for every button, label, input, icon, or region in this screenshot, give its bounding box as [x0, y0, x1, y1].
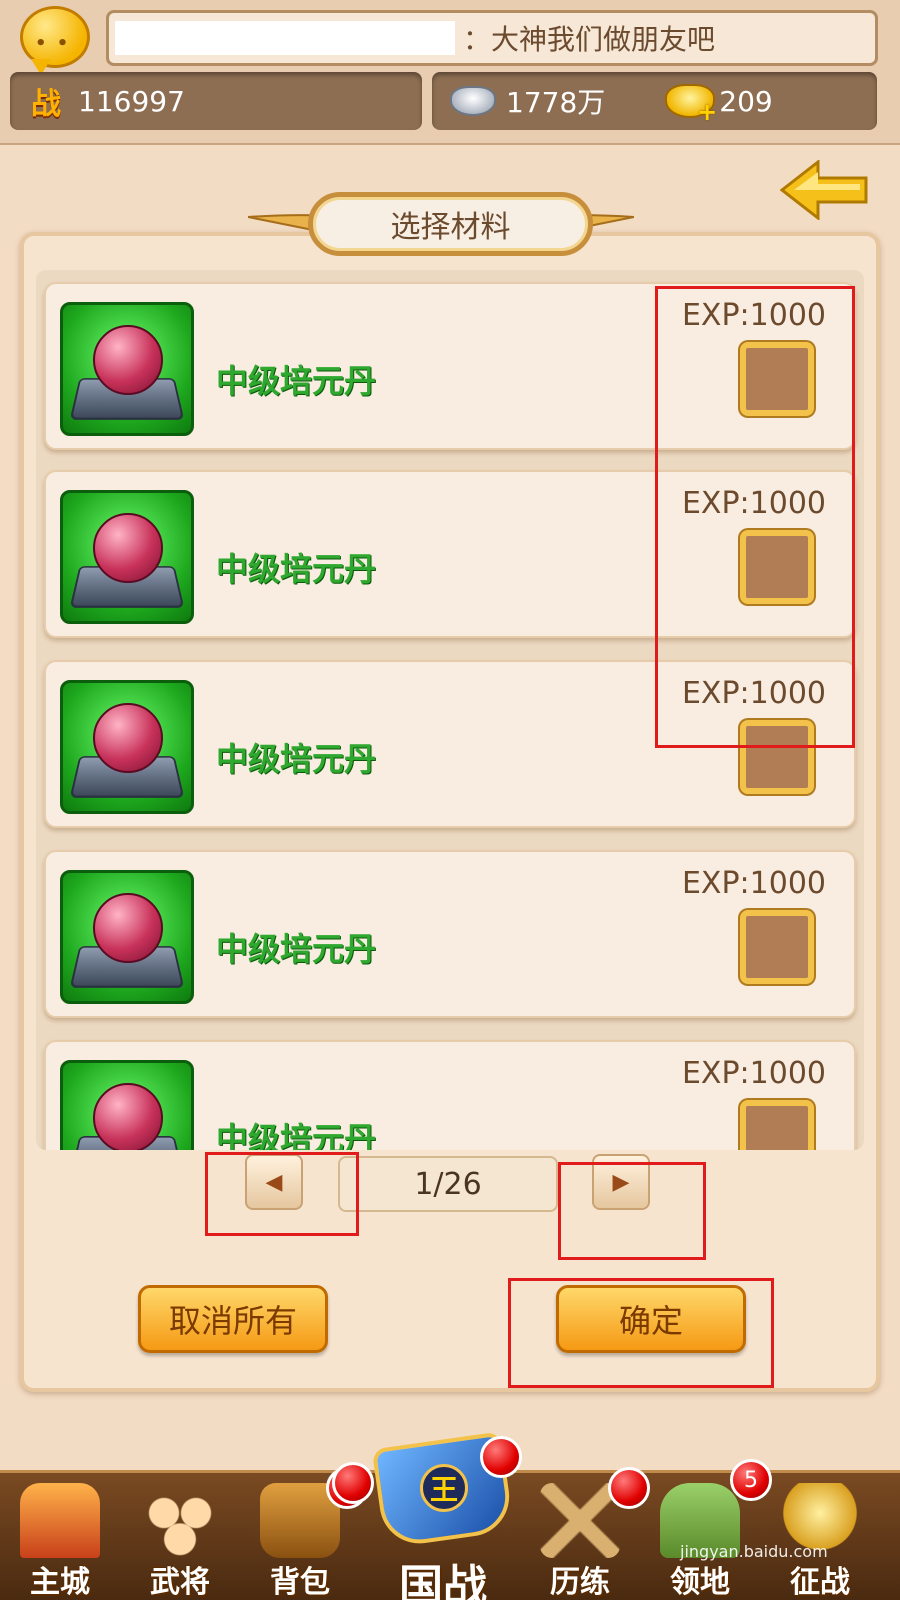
notification-dot: [480, 1436, 522, 1478]
item-name: 中级培元丹: [216, 740, 377, 778]
gold-ingot-add-icon[interactable]: [665, 84, 717, 126]
item-exp: EXP:1000: [681, 866, 826, 901]
chat-ticker[interactable]: ：大神我们做朋友吧: [106, 10, 878, 66]
chat-message: ：大神我们做朋友吧: [463, 23, 716, 56]
power-icon: 战: [31, 87, 61, 122]
highlight-exp-checkboxes: [655, 286, 855, 748]
item-exp: EXP:1000: [681, 1056, 826, 1091]
item-checkbox[interactable]: [740, 1100, 814, 1150]
gold-value: 209: [719, 84, 773, 118]
nav-label: 背包: [270, 1565, 330, 1600]
chat-sender-redacted: [115, 21, 455, 55]
item-name: 中级培元丹: [216, 930, 377, 968]
list-item[interactable]: 中级培元丹 EXP:1000: [44, 1040, 856, 1150]
item-name: 中级培元丹: [216, 550, 377, 588]
power-value: 116997: [78, 84, 185, 118]
cancel-all-button[interactable]: 取消所有: [138, 1285, 328, 1353]
pill-item-icon: [60, 490, 194, 624]
nav-generals[interactable]: 武将: [120, 1473, 240, 1600]
nav-label: 主城: [30, 1565, 90, 1600]
list-item[interactable]: 中级培元丹 EXP:1000: [44, 850, 856, 1018]
item-checkbox[interactable]: [740, 910, 814, 984]
palace-icon: [20, 1483, 100, 1558]
nav-territory[interactable]: 领地 5: [640, 1459, 772, 1600]
currency-stat: 1778万 209: [432, 72, 877, 130]
highlight-next-button: [558, 1162, 706, 1260]
pill-item-icon: [60, 680, 194, 814]
nav-label: 国战: [399, 1561, 487, 1600]
nav-label: 武将: [150, 1565, 210, 1600]
silver-value: 1778万: [506, 86, 606, 119]
pill-item-icon: [60, 302, 194, 436]
dialog-title: 选择材料: [308, 192, 593, 256]
notification-dot: [332, 1462, 374, 1504]
nav-training[interactable]: 历练: [520, 1467, 650, 1600]
highlight-prev-button: [205, 1152, 359, 1236]
highlight-confirm-button: [508, 1278, 774, 1388]
silver-ingot-icon: [450, 86, 496, 116]
pill-item-icon: [60, 1060, 194, 1150]
nav-main-city[interactable]: 主城: [0, 1473, 120, 1600]
chat-icon[interactable]: • • •: [20, 6, 90, 75]
nav-label: 历练: [550, 1565, 610, 1600]
nav-campaign[interactable]: 征战: [760, 1473, 880, 1600]
pill-item-icon: [60, 870, 194, 1004]
item-name: 中级培元丹: [216, 1120, 377, 1150]
nav-label: 征战: [790, 1565, 850, 1600]
nav-label: 领地: [670, 1565, 730, 1600]
wang-emblem-icon: 王: [420, 1464, 468, 1512]
item-name: 中级培元丹: [216, 362, 377, 400]
page-indicator: 1/26: [338, 1156, 558, 1212]
nav-national-war[interactable]: 王 国战: [368, 1431, 522, 1600]
back-arrow-icon[interactable]: [780, 160, 870, 220]
power-stat: 战 116997: [10, 72, 422, 130]
generals-icon: [140, 1483, 220, 1558]
watermark: jingyan.baidu.com: [680, 1542, 828, 1561]
